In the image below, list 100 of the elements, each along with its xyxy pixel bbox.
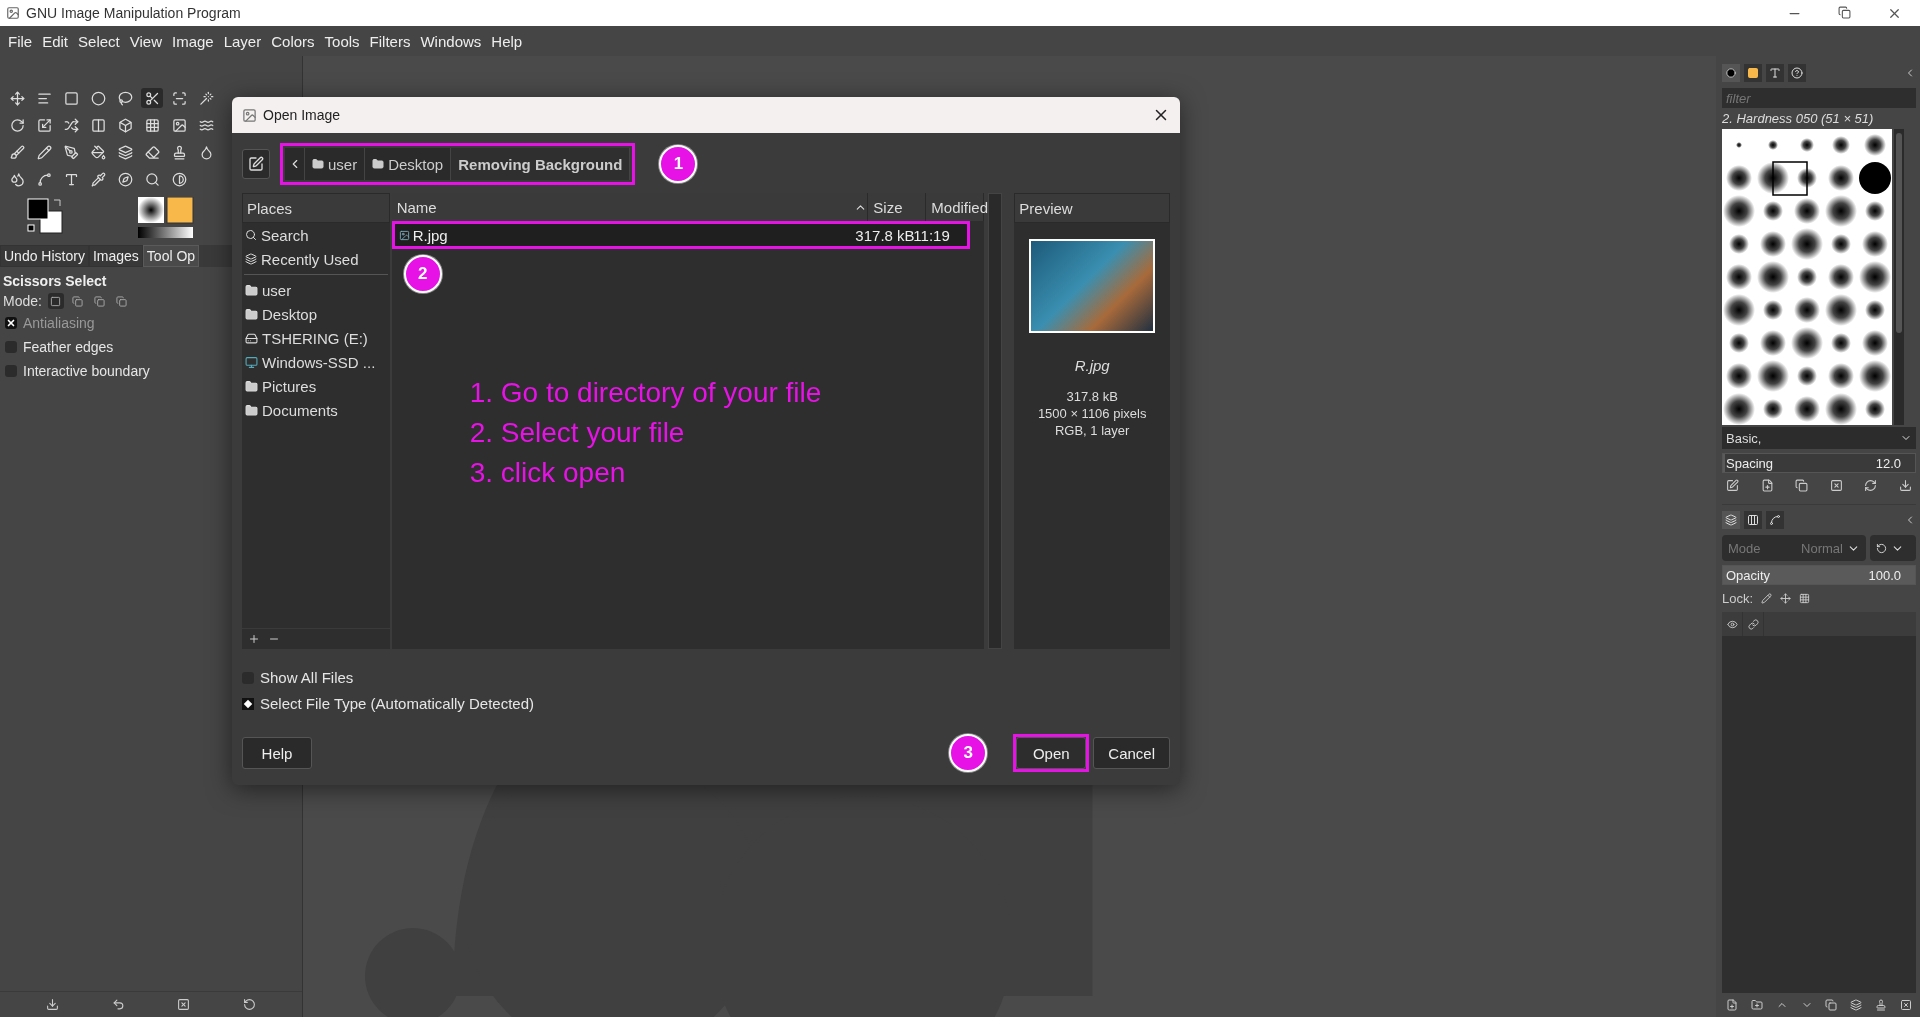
- intersect-mode-icon: [116, 295, 128, 307]
- column-header[interactable]: Size: [868, 193, 927, 221]
- place-item[interactable]: Desktop: [242, 302, 390, 326]
- grid-icon: [144, 117, 160, 133]
- layers-tab[interactable]: [1722, 511, 1740, 529]
- mode-button[interactable]: [69, 293, 86, 309]
- edit-icon[interactable]: [1726, 479, 1739, 492]
- option-label: Select File Type (Automatically Detected): [260, 695, 534, 712]
- merge-icon[interactable]: [1850, 999, 1863, 1011]
- scale-icon: [36, 117, 52, 133]
- reset-icon[interactable]: [242, 998, 256, 1011]
- menu-item[interactable]: View: [125, 30, 166, 52]
- column-header[interactable]: Name: [391, 193, 869, 221]
- delete-icon[interactable]: [1829, 479, 1843, 492]
- checkbox[interactable]: [5, 365, 17, 377]
- monitor-icon: [245, 355, 258, 369]
- pattern-swatch-icon: [1747, 67, 1759, 79]
- refresh-icon[interactable]: [1864, 479, 1878, 492]
- preview-info: 1500 × 1106 pixels: [1037, 405, 1147, 422]
- filter-field[interactable]: filter: [1722, 88, 1916, 108]
- add-icon[interactable]: [248, 633, 260, 645]
- composite-icon: [1876, 542, 1887, 554]
- menu-item[interactable]: Filters: [365, 30, 415, 52]
- file-row[interactable]: R.jpg 317.8 kB11:19: [394, 224, 968, 246]
- help-tab[interactable]: [1788, 64, 1806, 82]
- cancel-button[interactable]: Cancel: [1093, 737, 1170, 769]
- mode-button[interactable]: [91, 293, 108, 309]
- spacing-slider[interactable]: Spacing 12.0: [1722, 453, 1916, 473]
- new-group-icon[interactable]: [1750, 999, 1763, 1011]
- menu-item[interactable]: Edit: [38, 30, 73, 52]
- dock-tab[interactable]: Images: [88, 245, 143, 267]
- smudge-icon: [9, 171, 25, 187]
- fonts-tab[interactable]: [1766, 64, 1784, 82]
- export-icon[interactable]: [1898, 479, 1912, 492]
- delete-icon[interactable]: [1899, 999, 1912, 1011]
- scrollbar[interactable]: [988, 193, 1003, 649]
- help-button[interactable]: Help: [242, 737, 312, 769]
- font-icon: [1769, 67, 1781, 79]
- menu-item[interactable]: Select: [74, 30, 124, 52]
- place-item[interactable]: Documents: [242, 398, 390, 422]
- new-icon[interactable]: [1760, 479, 1774, 492]
- column-header[interactable]: Modified: [926, 193, 985, 221]
- edit-location-button[interactable]: [242, 149, 270, 179]
- expander-icon[interactable]: [242, 697, 254, 710]
- dock-tab[interactable]: Undo History: [0, 245, 89, 267]
- duplicate-icon[interactable]: [1825, 999, 1838, 1011]
- brushes-tab[interactable]: [1722, 64, 1740, 82]
- add-mode-icon: [72, 295, 84, 307]
- lock-pixels-icon[interactable]: [1761, 593, 1773, 604]
- opacity-slider[interactable]: Opacity 100.0: [1722, 565, 1916, 585]
- tag-dropdown[interactable]: Basic,: [1722, 427, 1916, 449]
- menu-item[interactable]: Help: [487, 30, 527, 52]
- preview-header: Preview: [1014, 193, 1170, 223]
- pen-icon: [248, 156, 264, 172]
- delete-icon[interactable]: [177, 998, 191, 1011]
- checkbox[interactable]: [5, 341, 17, 353]
- new-layer-icon[interactable]: [1726, 999, 1738, 1011]
- place-item[interactable]: Recently Used: [242, 247, 390, 271]
- wand-icon: [198, 90, 214, 106]
- lock-label: Lock:: [1722, 591, 1754, 606]
- patterns-tab[interactable]: [1744, 64, 1762, 82]
- mode-button[interactable]: [47, 293, 64, 309]
- place-item[interactable]: Pictures: [242, 374, 390, 398]
- image-file-icon: [398, 229, 410, 241]
- menu-item[interactable]: Colors: [267, 30, 319, 52]
- menu-item[interactable]: File: [4, 30, 37, 52]
- path-button[interactable]: Removing Background: [451, 148, 631, 180]
- ellipse-select-icon: [90, 90, 106, 106]
- paths-tab[interactable]: [1766, 511, 1784, 529]
- dock-tab[interactable]: Tool Op: [142, 245, 200, 267]
- path-button[interactable]: user: [305, 148, 366, 180]
- option-label: Interactive boundary: [23, 363, 150, 379]
- menu-item[interactable]: Tools: [320, 30, 364, 52]
- mode-button[interactable]: [113, 293, 130, 309]
- place-item[interactable]: Windows-SSD ...: [242, 350, 390, 374]
- scrollbar[interactable]: [1894, 129, 1904, 425]
- restore-icon[interactable]: [1838, 5, 1851, 19]
- brush-icon: [9, 144, 25, 160]
- place-item[interactable]: TSHERING (E:): [242, 326, 390, 350]
- restore-icon[interactable]: [111, 998, 125, 1011]
- path-button[interactable]: Desktop: [365, 148, 452, 180]
- lock-position-icon[interactable]: [1780, 593, 1792, 604]
- instruction-text: 2. Select your file: [469, 417, 686, 449]
- menu-item[interactable]: Layer: [219, 30, 266, 52]
- menu-item[interactable]: Image: [168, 30, 218, 52]
- place-item[interactable]: Search: [242, 223, 390, 247]
- channels-tab[interactable]: [1744, 511, 1762, 529]
- open-button[interactable]: Open: [1016, 737, 1087, 769]
- back-button[interactable]: [285, 148, 305, 180]
- tool-options-title: Scissors Select: [2, 272, 108, 291]
- rectangle-select-icon: [63, 90, 79, 106]
- brush-grid-drawing[interactable]: [1722, 129, 1892, 425]
- place-item[interactable]: user: [242, 278, 390, 302]
- columns-icon: [1747, 514, 1759, 526]
- save-icon[interactable]: [46, 998, 60, 1011]
- duplicate-icon[interactable]: [1795, 479, 1809, 492]
- menu-item[interactable]: Windows: [416, 30, 486, 52]
- lock-alpha-icon[interactable]: [1799, 593, 1811, 604]
- tool-button[interactable]: [141, 88, 163, 108]
- composite-dropdown[interactable]: [1870, 535, 1916, 561]
